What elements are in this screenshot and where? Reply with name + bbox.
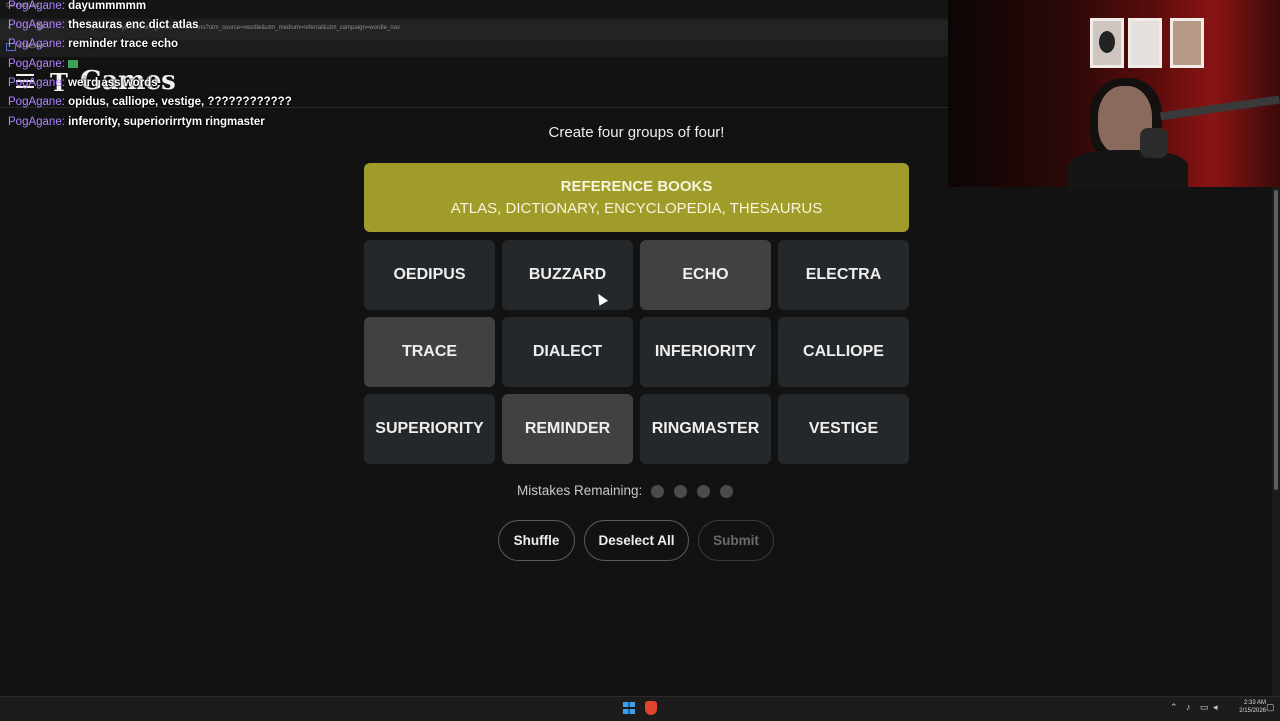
microphone-icon xyxy=(1140,128,1168,158)
system-clock[interactable]: 2:33 AM 2/15/2026 xyxy=(1226,699,1266,715)
notification-icon[interactable]: ▢ xyxy=(1266,702,1275,713)
mistake-dot xyxy=(720,485,733,498)
shuffle-button[interactable]: Shuffle xyxy=(498,520,575,561)
chat-message: PogAgane: reminder trace echo xyxy=(8,38,179,50)
mistakes-label: Mistakes Remaining: xyxy=(517,483,643,498)
emote-icon xyxy=(68,59,79,68)
wall-frame xyxy=(1170,18,1204,68)
mistake-dot xyxy=(651,485,664,498)
taskbar xyxy=(0,696,1280,721)
brave-browser-icon[interactable] xyxy=(645,701,657,715)
windows-start-icon[interactable] xyxy=(623,702,635,714)
solved-group-title: REFERENCE BOOKS xyxy=(560,178,713,195)
word-tile[interactable]: VESTIGE xyxy=(778,394,909,464)
volume-icon[interactable]: ◂ xyxy=(1213,702,1218,713)
word-tile[interactable]: RINGMASTER xyxy=(640,394,771,464)
word-tile[interactable]: TRACE xyxy=(364,317,495,387)
word-tile[interactable]: DIALECT xyxy=(502,317,633,387)
mic-tray-icon[interactable]: ♪ xyxy=(1186,702,1191,712)
mistake-dot xyxy=(674,485,687,498)
clock-time: 2:33 AM xyxy=(1243,700,1266,706)
chat-message: PogAgane: dayummmmm xyxy=(8,0,147,12)
word-tile[interactable]: OEDIPUS xyxy=(364,240,495,310)
chat-message: PogAgane: weird ass words xyxy=(8,77,158,89)
chat-message: PogAgane: opidus, calliope, vestige, ???… xyxy=(8,96,292,108)
wall-frame xyxy=(1128,18,1162,68)
word-tile[interactable]: INFERIORITY xyxy=(640,317,771,387)
chat-message: PogAgane: inferority, superiorirrtym rin… xyxy=(8,116,265,128)
word-tile[interactable]: CALLIOPE xyxy=(778,317,909,387)
word-tile[interactable]: BUZZARD xyxy=(502,240,633,310)
instructions: Create four groups of four! xyxy=(548,124,725,141)
clock-date: 2/15/2026 xyxy=(1239,708,1266,714)
scrollbar-thumb[interactable] xyxy=(1274,190,1278,490)
chat-message: PogAgane: xyxy=(8,58,79,70)
wall-frame xyxy=(1090,18,1124,68)
network-icon[interactable]: ▭ xyxy=(1200,702,1209,713)
word-tile[interactable]: ECHO xyxy=(640,240,771,310)
word-tile[interactable]: SUPERIORITY xyxy=(364,394,495,464)
streamer-body xyxy=(1068,150,1188,190)
chat-message: PogAgane: thesauras enc dict atlas xyxy=(8,19,199,31)
chevron-up-icon[interactable]: ⌃ xyxy=(1170,702,1178,713)
solved-group: REFERENCE BOOKS ATLAS, DICTIONARY, ENCYC… xyxy=(364,163,909,232)
submit-button[interactable]: Submit xyxy=(698,520,774,561)
mistake-dot xyxy=(697,485,710,498)
word-tile[interactable]: REMINDER xyxy=(502,394,633,464)
word-tile[interactable]: ELECTRA xyxy=(778,240,909,310)
solved-group-members: ATLAS, DICTIONARY, ENCYCLOPEDIA, THESAUR… xyxy=(450,200,823,217)
deselect-all-button[interactable]: Deselect All xyxy=(584,520,689,561)
